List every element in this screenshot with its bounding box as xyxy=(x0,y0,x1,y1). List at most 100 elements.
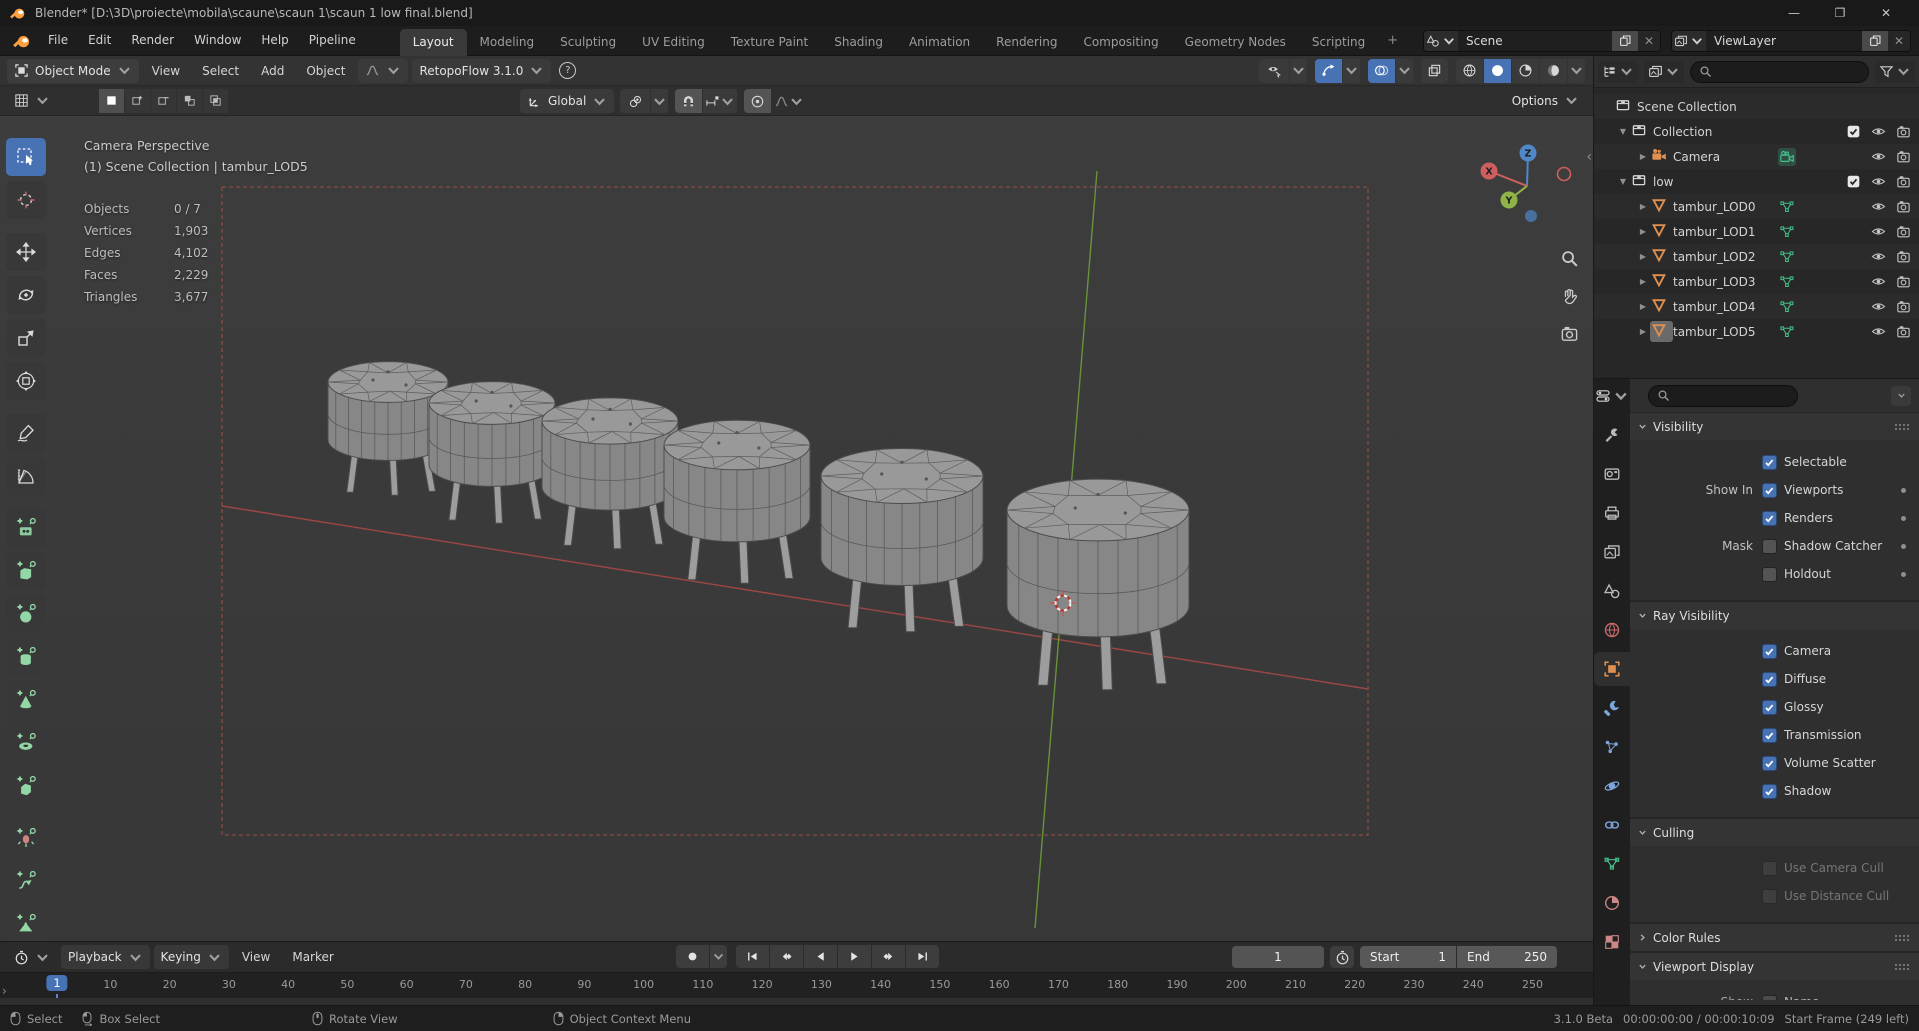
drag-handle-icon[interactable] xyxy=(1893,421,1911,433)
properties-tab[interactable] xyxy=(1594,847,1630,881)
viewlayer-copy-button[interactable] xyxy=(1862,30,1888,51)
frame-tick[interactable]: 250 xyxy=(1522,978,1543,991)
timeline-expand-arrow[interactable]: › xyxy=(2,984,7,998)
property-checkbox[interactable] xyxy=(1762,860,1777,876)
workspace-tab[interactable]: Sculpting xyxy=(547,29,629,56)
next-keyframe-button[interactable] xyxy=(872,945,905,968)
frame-tick[interactable]: 180 xyxy=(1107,978,1128,991)
frame-tick[interactable]: 10 xyxy=(103,978,117,991)
viewlayer-name-field[interactable]: ViewLayer xyxy=(1706,30,1862,51)
add-workspace-button[interactable]: + xyxy=(1378,33,1407,48)
outliner-row[interactable]: ▼ Collection xyxy=(1594,119,1919,144)
maximize-button[interactable]: ❐ xyxy=(1817,0,1863,26)
frame-tick[interactable]: 40 xyxy=(281,978,295,991)
toolbar-tool-button[interactable] xyxy=(6,681,46,719)
render-visibility-icon[interactable] xyxy=(1896,299,1911,314)
frame-tick[interactable]: 200 xyxy=(1226,978,1247,991)
mode-dropdown[interactable]: Object Mode xyxy=(7,58,139,83)
render-visibility-icon[interactable] xyxy=(1896,249,1911,264)
menu-render[interactable]: Render xyxy=(121,26,184,55)
render-visibility-icon[interactable] xyxy=(1896,149,1911,164)
toolbar-tool-button[interactable] xyxy=(6,319,46,357)
frame-tick[interactable]: 220 xyxy=(1344,978,1365,991)
orientation-dropdown[interactable]: Global xyxy=(520,89,615,113)
frame-tick[interactable]: 110 xyxy=(692,978,713,991)
menu-pipeline[interactable]: Pipeline xyxy=(299,26,366,55)
properties-tab[interactable] xyxy=(1594,457,1630,491)
frame-tick[interactable]: 120 xyxy=(752,978,773,991)
expander-icon[interactable]: ▼ xyxy=(1616,177,1630,186)
outliner-search-input[interactable] xyxy=(1690,60,1869,83)
proportional-edit-toggle[interactable] xyxy=(744,89,772,113)
toolbar-tool-button[interactable] xyxy=(6,509,46,547)
panel-header[interactable]: Ray Visibility xyxy=(1630,602,1919,629)
outliner-row[interactable]: ▶ tambur_LOD2 xyxy=(1594,244,1919,269)
timeline-editor-type-button[interactable] xyxy=(7,945,57,969)
workspace-tab[interactable]: Layout xyxy=(399,28,467,56)
hide-eye-icon[interactable] xyxy=(1871,324,1886,339)
outliner-row[interactable]: ▶ Camera xyxy=(1594,144,1919,169)
help-icon[interactable]: ? xyxy=(559,62,577,79)
chevron-down-icon[interactable] xyxy=(1343,58,1360,83)
toolbar-tool-button[interactable] xyxy=(6,276,46,314)
object-name[interactable]: Scene Collection xyxy=(1637,100,1737,114)
render-visibility-icon[interactable] xyxy=(1896,174,1911,189)
outliner-filter-button[interactable] xyxy=(1875,60,1915,83)
zoom-icon[interactable] xyxy=(1560,249,1579,268)
object-name[interactable]: tambur_LOD0 xyxy=(1673,200,1755,214)
sidebar-collapse-arrow[interactable]: ‹ xyxy=(1586,149,1592,165)
properties-tab[interactable] xyxy=(1594,808,1630,842)
viewport-3d[interactable]: Z X Y Camera Perspective (1) Scene Colle… xyxy=(0,116,1593,941)
tool-options-dropdown[interactable] xyxy=(358,58,409,83)
outliner-row[interactable]: ▶ tambur_LOD0 xyxy=(1594,194,1919,219)
shading-solid-button[interactable] xyxy=(1484,58,1511,83)
workspace-tab[interactable]: Texture Paint xyxy=(718,29,821,56)
hide-eye-icon[interactable] xyxy=(1871,149,1886,164)
animate-dot[interactable] xyxy=(1901,515,1906,521)
properties-search-input[interactable] xyxy=(1648,384,1798,407)
render-visibility-icon[interactable] xyxy=(1896,274,1911,289)
jump-to-start-button[interactable] xyxy=(736,945,769,968)
include-checkbox[interactable] xyxy=(1846,124,1861,139)
workspace-tab[interactable]: Animation xyxy=(896,29,983,56)
shading-wireframe-button[interactable] xyxy=(1456,58,1483,83)
keying-menu[interactable]: Keying xyxy=(153,945,229,969)
frame-tick[interactable]: 70 xyxy=(459,978,473,991)
render-visibility-icon[interactable] xyxy=(1896,324,1911,339)
timeline-ruler[interactable]: 1 10 20 30 40 50 60 70 80 90 100 110 120 130 140 150 160… xyxy=(0,972,1593,998)
timeline-marker-menu[interactable]: Marker xyxy=(283,950,342,964)
outliner-row[interactable]: ▶ tambur_LOD3 xyxy=(1594,269,1919,294)
frame-tick[interactable]: 90 xyxy=(577,978,591,991)
toolbar-tool-button[interactable] xyxy=(6,552,46,590)
shading-rendered-button[interactable] xyxy=(1540,58,1567,83)
hide-eye-icon[interactable] xyxy=(1871,299,1886,314)
frame-tick[interactable]: 230 xyxy=(1403,978,1424,991)
outliner-display-mode-button[interactable] xyxy=(1644,60,1684,83)
workspace-tab[interactable]: Compositing xyxy=(1070,29,1171,56)
hide-eye-icon[interactable] xyxy=(1871,224,1886,239)
panel-header[interactable]: Viewport Display xyxy=(1630,953,1919,980)
workspace-tab[interactable]: Geometry Nodes xyxy=(1172,29,1299,56)
frame-tick[interactable]: 50 xyxy=(340,978,354,991)
outliner-row[interactable]: ▶ tambur_LOD1 xyxy=(1594,219,1919,244)
expander-icon[interactable]: ▶ xyxy=(1636,302,1650,311)
properties-tab[interactable] xyxy=(1594,925,1630,959)
frame-tick[interactable]: 130 xyxy=(811,978,832,991)
workspace-tab[interactable]: Shading xyxy=(821,29,896,56)
property-checkbox[interactable] xyxy=(1762,994,1777,1000)
properties-tab[interactable] xyxy=(1594,886,1630,920)
chevron-down-icon[interactable] xyxy=(1290,58,1307,83)
toolbar-tool-button[interactable] xyxy=(6,862,46,900)
scene-copy-button[interactable] xyxy=(1612,30,1638,51)
property-checkbox[interactable] xyxy=(1762,727,1777,743)
object-name[interactable]: tambur_LOD4 xyxy=(1673,300,1755,314)
outliner-row[interactable]: ▶ tambur_LOD4 xyxy=(1594,294,1919,319)
drag-handle-icon[interactable] xyxy=(1893,961,1911,973)
object-name[interactable]: low xyxy=(1653,175,1674,189)
frame-tick[interactable]: 60 xyxy=(400,978,414,991)
render-visibility-icon[interactable] xyxy=(1896,199,1911,214)
outliner-editor-type-button[interactable] xyxy=(1598,60,1638,83)
camera-view-icon[interactable] xyxy=(1560,324,1579,343)
frame-tick[interactable]: 170 xyxy=(1048,978,1069,991)
chevron-down-icon[interactable] xyxy=(710,945,727,968)
